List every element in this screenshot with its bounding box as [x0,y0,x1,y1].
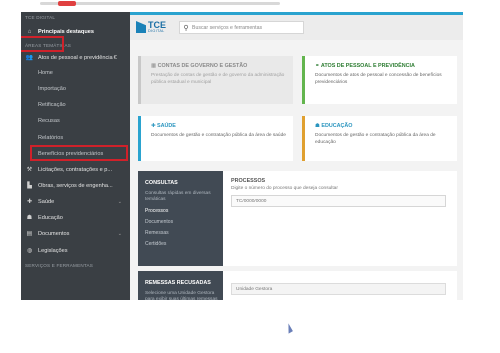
sidebar-item-label: Atos de pessoal e previdência [38,54,113,61]
processos-title: PROCESSOS [231,178,266,184]
sidebar-item-label: Obras, serviços de engenha... [38,182,113,189]
sidebar-subitem-home[interactable]: Home [21,67,147,78]
card-saude[interactable]: ✚ SAÚDE Documentos de gestão e contrataç… [138,116,293,161]
search-box[interactable]: ⚲ [179,21,304,34]
card-contas-governo[interactable]: ▦ CONTAS DE GOVERNO E GESTÃO Prestação d… [138,56,293,104]
sidebar-item-label: Recusas [38,117,60,124]
blurred-text-line [40,2,280,5]
card-title: ☗ EDUCAÇÃO [305,116,457,129]
highlight-areas-tematicas [21,36,64,52]
red-mark [58,1,76,6]
sidebar-subitem-retificacao[interactable]: Retificação [21,99,147,110]
logo-mark-icon [136,21,146,33]
card-title: ▦ CONTAS DE GOVERNO E GESTÃO [141,56,293,69]
section-label: SERVIÇOS E FERRAMENTAS [25,263,94,268]
consultas-description: Consultas rápidas em diversas temáticas [145,191,211,203]
sidebar-item-label: Licitações, contratações e p... [38,166,113,173]
card-description: Documentos de gestão e contratação públi… [315,133,436,145]
plus-icon: ✚ [26,199,33,205]
sidebar-item-label: Legislações [38,247,68,254]
users-icon: 👥 [25,55,34,61]
card-title-text: ATOS DE PESSOAL E PREVIDÊNCIA [320,63,415,69]
sidebar-item-atos[interactable]: 👥 Atos de pessoal e previdência € [21,52,130,63]
search-icon: ⚲ [183,24,189,32]
sidebar-item-label: Importação [38,85,66,92]
processo-number-input[interactable] [231,195,446,207]
chevron-down-icon: ⌄ [117,198,122,205]
card-title-text: CONTAS DE GOVERNO E GESTÃO [157,63,248,69]
sidebar-item-label: Principais destaques [38,28,94,35]
app-window: TCE DIGITAL ⌂ Principais destaques ÁREAS… [21,12,463,300]
gavel-icon: ⚒ [26,167,33,173]
consultas-link-processos[interactable]: Processos [145,208,168,214]
recusadas-title: REMESSAS RECUSADAS [145,280,211,286]
consultas-link-certidoes[interactable]: Certidões [145,241,166,247]
sidebar-item-label: Saúde [38,198,55,205]
card-description: Documentos de gestão e contratação públi… [151,133,286,138]
card-title-text: SAÚDE [157,123,176,129]
sidebar-item-documentos[interactable]: ▤ Documentos ⌄ [21,228,130,239]
sidebar-item-label: Educação [38,214,63,221]
sidebar-subitem-recusas[interactable]: Recusas [21,115,147,126]
top-header: TCE DIGITAL ⚲ [130,12,463,40]
document-icon: ▤ [26,231,33,237]
consultas-title: CONSULTAS [145,180,178,186]
sidebar-brand-label: TCE DIGITAL [25,15,56,20]
building-icon: ▙ [27,183,32,189]
card-educacao[interactable]: ☗ EDUCAÇÃO Documentos de gestão e contra… [302,116,457,161]
sidebar-item-legislacoes[interactable]: ◍ Legislações [21,245,130,256]
sidebar-subitem-relatorios[interactable]: Relatórios [21,132,147,143]
recusadas-description: Selecione uma Unidade Gestora para exibi… [145,291,218,300]
consultas-link-documentos[interactable]: Documentos [145,219,173,225]
mouse-cursor-icon [284,323,293,334]
sidebar: TCE DIGITAL ⌂ Principais destaques ÁREAS… [21,12,130,300]
sidebar-item-saude[interactable]: ✚ Saúde ⌄ [21,196,130,207]
chevron-down-icon: ⌄ [117,230,122,237]
sidebar-item-licitacoes[interactable]: ⚒ Licitações, contratações e p... [21,164,130,175]
main-content: ▦ CONTAS DE GOVERNO E GESTÃO Prestação d… [130,40,463,300]
unidade-gestora-select[interactable]: Unidade Gestora [231,283,446,295]
consultas-panel: CONSULTAS Consultas rápidas em diversas … [138,171,457,266]
remessas-recusadas-info: REMESSAS RECUSADAS Selecione uma Unidade… [138,271,223,300]
sidebar-brand: TCE DIGITAL [21,12,130,23]
card-atos-pessoal[interactable]: ⚭ ATOS DE PESSOAL E PREVIDÊNCIA Document… [302,56,457,104]
processos-description: Digite o número do processo que deseja c… [231,186,338,191]
education-icon: ☗ [26,215,33,221]
caret-icon: € [113,54,117,61]
globe-icon: ◍ [26,248,33,254]
home-icon: ⌂ [27,28,32,35]
sidebar-section-servicos: SERVIÇOS E FERRAMENTAS [21,260,130,271]
search-input[interactable] [192,24,297,31]
highlight-beneficios [30,145,128,161]
sidebar-item-label: Relatórios [38,134,64,141]
sidebar-item-educacao[interactable]: ☗ Educação [21,212,130,223]
consultas-link-remessas[interactable]: Remessas [145,230,169,236]
consultas-menu: CONSULTAS Consultas rápidas em diversas … [138,171,223,266]
tce-logo[interactable]: TCE DIGITAL [136,20,166,36]
sidebar-item-obras[interactable]: ▙ Obras, serviços de engenha... [21,180,130,191]
sidebar-item-label: Retificação [38,101,66,108]
top-annotation [40,0,280,8]
logo-subtext: DIGITAL [148,29,165,33]
sidebar-subitem-importacao[interactable]: Importação [21,83,147,94]
card-title: ⚭ ATOS DE PESSOAL E PREVIDÊNCIA [305,56,457,69]
sidebar-item-label: Documentos [38,230,70,237]
card-description: Documentos de atos de pessoal e concessã… [315,73,442,85]
card-title-text: EDUCAÇÃO [321,123,353,129]
card-title: ✚ SAÚDE [141,116,293,129]
document-icon: ▦ [151,63,158,69]
remessas-recusadas-panel: REMESSAS RECUSADAS Selecione uma Unidade… [138,271,457,300]
sidebar-item-label: Home [38,69,53,76]
card-description: Prestação de contas de gestão e de gover… [151,73,285,85]
